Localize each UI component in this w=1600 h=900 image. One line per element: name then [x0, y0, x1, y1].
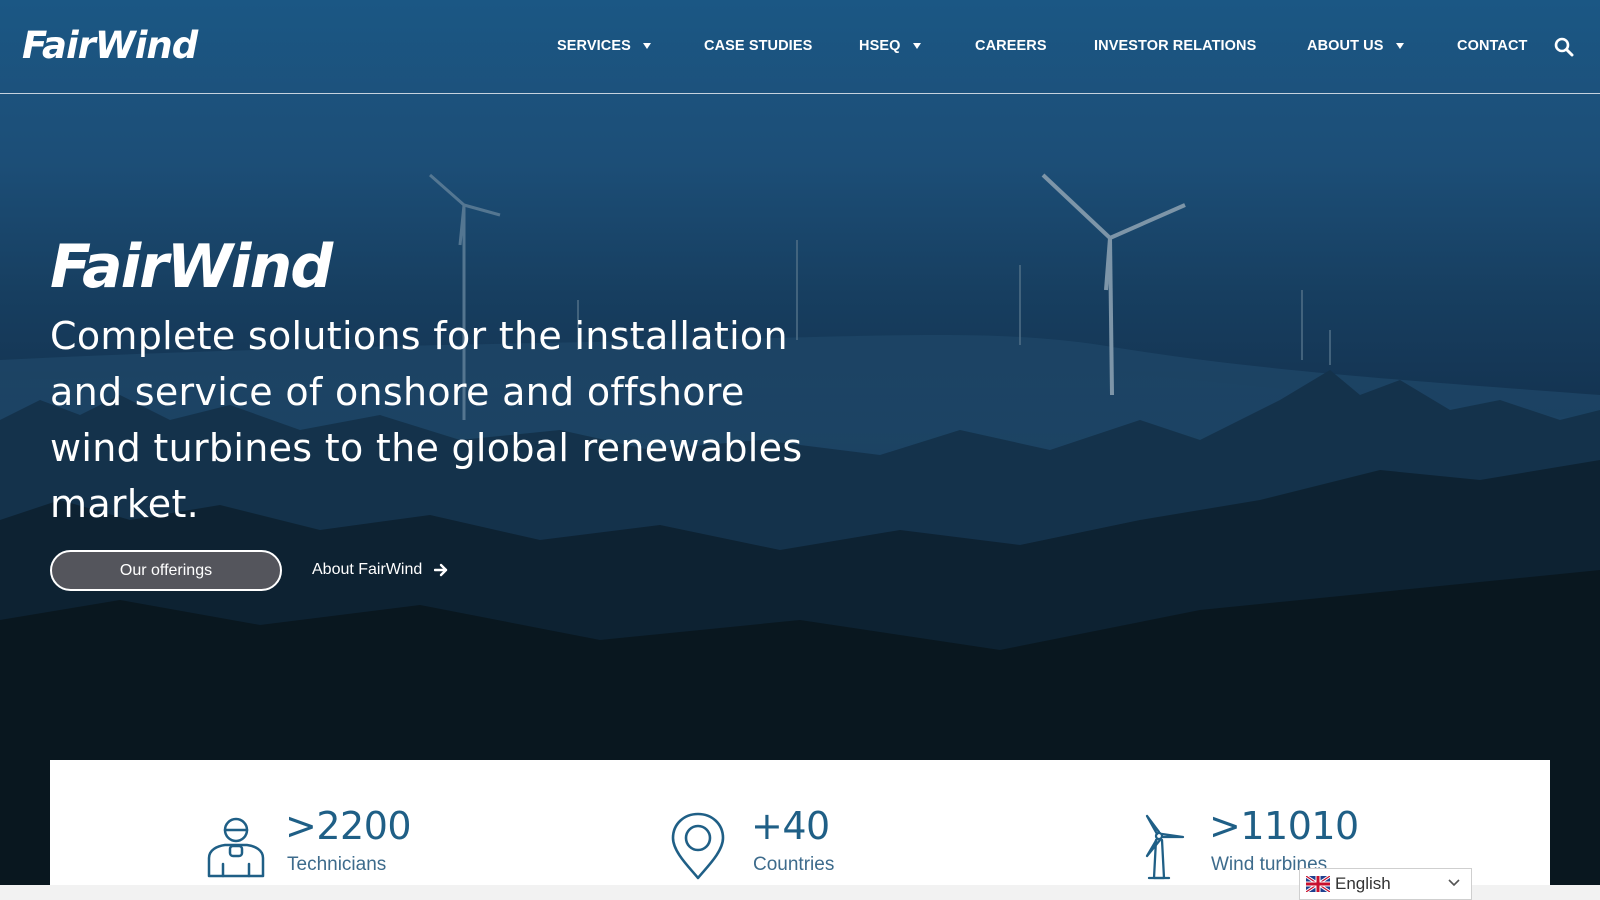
brand-logo[interactable]: FairWind — [22, 24, 198, 67]
caret-down-icon — [642, 43, 651, 49]
language-selector[interactable]: English — [1299, 868, 1472, 900]
nav-item-hseq[interactable]: HSEQ — [859, 38, 921, 54]
nav-label: INVESTOR RELATIONS — [1094, 38, 1257, 54]
link-label: About FairWind — [312, 561, 423, 578]
nav-label: CASE STUDIES — [704, 38, 813, 54]
wind-turbine-icon — [1145, 814, 1185, 880]
caret-down-icon — [912, 43, 921, 49]
location-pin-icon — [671, 812, 725, 880]
nav-item-investor-relations[interactable]: INVESTOR RELATIONS — [1094, 38, 1256, 54]
top-navbar: FairWind SERVICES CASE STUDIES HSEQ CARE… — [0, 0, 1600, 94]
technician-icon — [207, 817, 265, 878]
nav-item-case-studies[interactable]: CASE STUDIES — [704, 38, 812, 54]
stat-technicians: >2200 Technicians — [200, 760, 500, 900]
nav-item-about-us[interactable]: ABOUT US — [1307, 38, 1404, 54]
nav-label: CAREERS — [975, 38, 1047, 54]
search-icon[interactable] — [1554, 37, 1574, 57]
stat-value: >2200 — [285, 804, 412, 848]
button-label: Our offerings — [119, 561, 213, 579]
language-label: English — [1335, 874, 1391, 893]
caret-down-icon — [1395, 43, 1404, 49]
our-offerings-button[interactable]: Our offerings — [50, 550, 282, 591]
nav-item-careers[interactable]: CAREERS — [975, 38, 1047, 54]
stat-label: Countries — [753, 854, 835, 875]
hero-title: FairWind — [50, 232, 333, 302]
stat-label: Technicians — [287, 854, 387, 875]
nav-label: HSEQ — [859, 38, 901, 54]
stat-value: >11010 — [1209, 804, 1359, 848]
stat-value: +40 — [751, 804, 830, 848]
nav-item-services[interactable]: SERVICES — [557, 38, 651, 54]
about-fairwind-link[interactable]: About FairWind — [312, 561, 448, 579]
nav-item-contact[interactable]: CONTACT — [1457, 38, 1528, 54]
nav-label: SERVICES — [557, 38, 631, 54]
stat-countries: +40 Countries — [670, 760, 970, 900]
arrow-right-icon — [434, 563, 448, 577]
nav-label: ABOUT US — [1307, 38, 1384, 54]
uk-flag-icon — [1306, 876, 1330, 892]
nav-label: CONTACT — [1457, 38, 1528, 54]
chevron-down-icon — [1448, 879, 1460, 887]
hero-subtitle: Complete solutions for the installation … — [50, 314, 803, 526]
